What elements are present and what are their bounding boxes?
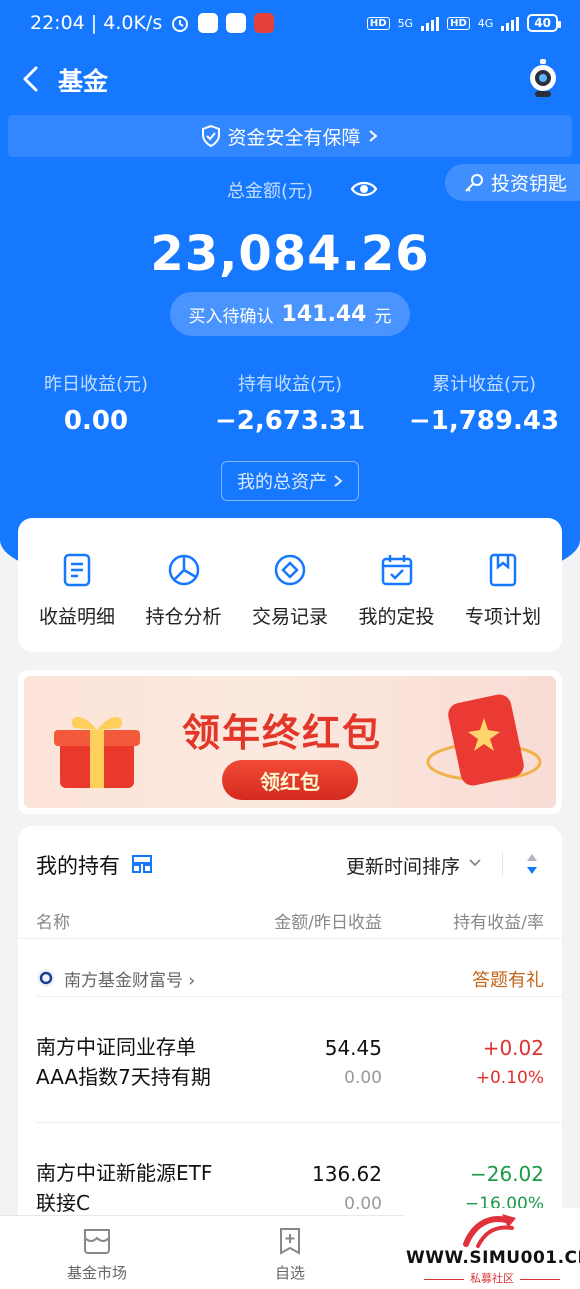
- fund-holding-rate: +0.10%: [475, 1068, 544, 1088]
- fund-row[interactable]: 南方中证同业存单 AAA指数7天持有期 54.45 0.00 +0.02 +0.…: [18, 1024, 562, 1144]
- total-amount-label: 总金额(元): [226, 181, 314, 202]
- watermark: WWW.SIMU001.CN 私募社区: [404, 1208, 580, 1289]
- fund-name: 南方中证同业存单 AAA指数7天持有期: [36, 1035, 211, 1089]
- divider: [502, 852, 503, 876]
- pie-chart-icon: [168, 554, 199, 586]
- chevron-right-icon: [334, 475, 343, 487]
- stat-yesterday: 昨日收益(元) 0.00: [43, 374, 149, 436]
- red-envelope-icon: [426, 694, 542, 786]
- promo-banner[interactable]: 领年终红包 领红包: [18, 670, 562, 814]
- robot-assistant-icon[interactable]: [526, 58, 560, 98]
- quick-item-special-plan[interactable]: 专项计划: [450, 518, 556, 652]
- chevron-down-icon[interactable]: [468, 856, 482, 870]
- quiz-reward-link[interactable]: 答题有礼: [472, 966, 544, 992]
- pending-label: 买入待确认: [188, 306, 274, 327]
- quick-item-position-analysis[interactable]: 持仓分析: [131, 518, 237, 652]
- app-notification-icon: [226, 13, 247, 33]
- gift-box-icon: [54, 716, 140, 788]
- bookmark-icon: [489, 553, 517, 587]
- stat-holding: 持有收益(元) −2,673.31: [214, 374, 366, 436]
- col-name: 名称: [36, 913, 70, 933]
- fund-yesterday-gain: 0.00: [344, 1194, 382, 1214]
- status-time: 22:04 | 4.0K/s: [30, 12, 163, 34]
- shield-check-icon: [202, 125, 221, 147]
- signal-icon: [501, 15, 520, 31]
- total-assets-button[interactable]: 我的总资产: [221, 461, 359, 501]
- total-assets-label: 我的总资产: [237, 472, 327, 493]
- stat-cumulative: 累计收益(元) −1,789.43: [408, 374, 560, 436]
- quick-item-auto-invest[interactable]: 我的定投: [344, 518, 450, 652]
- claim-red-packet-button[interactable]: 领红包: [222, 760, 358, 800]
- fund-holding-gain: −26.02: [469, 1162, 544, 1186]
- fund-name: 南方中证新能源ETF 联接C: [36, 1161, 213, 1215]
- calendar-check-icon: [381, 555, 412, 586]
- col-holding-gain: 持有收益/率: [453, 913, 544, 933]
- hd-indicator: HD: [366, 16, 390, 30]
- signal-icon: [421, 15, 440, 31]
- hd-indicator: HD: [447, 16, 470, 30]
- network-type: 5G: [397, 16, 414, 30]
- divider: [18, 938, 562, 939]
- add-bookmark-icon: [280, 1228, 300, 1255]
- sort-order-icon[interactable]: [524, 852, 540, 876]
- alarm-icon: [172, 16, 189, 32]
- fund-yesterday-gain: 0.00: [344, 1068, 382, 1088]
- back-arrow-icon[interactable]: [16, 62, 46, 96]
- divider: [36, 1122, 562, 1123]
- nav-fund-market[interactable]: 基金市场: [47, 1226, 147, 1283]
- total-amount: 23,084.26: [150, 226, 430, 282]
- nav-watchlist[interactable]: 自选: [240, 1226, 340, 1283]
- security-text: 资金安全有保障: [227, 126, 361, 149]
- sort-dropdown[interactable]: 更新时间排序: [346, 852, 460, 879]
- eye-icon[interactable]: [350, 178, 378, 200]
- quick-menu-card: 收益明细 持仓分析 交易记录 我的定投 专项计划: [18, 518, 562, 652]
- holdings-card: 我的持有 更新时间排序 名称 金额/昨日收益 持有收益/率 南方基金财富号 › …: [18, 826, 562, 1246]
- app-notification-icon: [198, 13, 219, 33]
- pending-confirm-pill[interactable]: 买入待确认 141.44 元: [170, 292, 410, 336]
- pending-amount: 141.44: [281, 301, 367, 327]
- layout-grid-icon[interactable]: [132, 854, 152, 874]
- watermark-logo-icon: [463, 1214, 516, 1248]
- store-icon: [84, 1229, 110, 1254]
- app-header: 基金: [0, 52, 580, 106]
- status-bar: 22:04 | 4.0K/s HD 5G HD 4G 40: [0, 0, 580, 46]
- chevron-right-icon: [368, 130, 378, 142]
- diamond-circle-icon: [274, 554, 306, 586]
- fund-amount: 136.62: [312, 1162, 382, 1186]
- security-guarantee-bar[interactable]: 资金安全有保障: [8, 115, 572, 157]
- fund-amount: 54.45: [324, 1036, 382, 1060]
- divider: [36, 996, 562, 997]
- fund-company-row[interactable]: 南方基金财富号 › 答题有礼: [18, 954, 562, 1010]
- app-notification-icon: [254, 13, 275, 33]
- quick-item-transactions[interactable]: 交易记录: [237, 518, 343, 652]
- banner-title: 领年终红包: [182, 711, 383, 755]
- page-title: 基金: [58, 67, 109, 96]
- battery-icon: 40: [527, 14, 561, 32]
- fund-company-logo-icon: [37, 969, 55, 987]
- quick-item-income-detail[interactable]: 收益明细: [24, 518, 130, 652]
- fund-holding-gain: +0.02: [482, 1036, 544, 1060]
- col-amount: 金额/昨日收益: [274, 913, 382, 933]
- network-type: 4G: [477, 16, 494, 30]
- watermark-subtext: 私募社区: [404, 1270, 580, 1286]
- holdings-title: 我的持有: [36, 854, 120, 878]
- promo-banner-image: 领年终红包 领红包: [24, 676, 556, 808]
- watermark-text: WWW.SIMU001.CN: [406, 1248, 580, 1268]
- pending-unit: 元: [374, 306, 392, 327]
- fund-company-name: 南方基金财富号 ›: [64, 971, 196, 991]
- document-icon: [63, 553, 91, 587]
